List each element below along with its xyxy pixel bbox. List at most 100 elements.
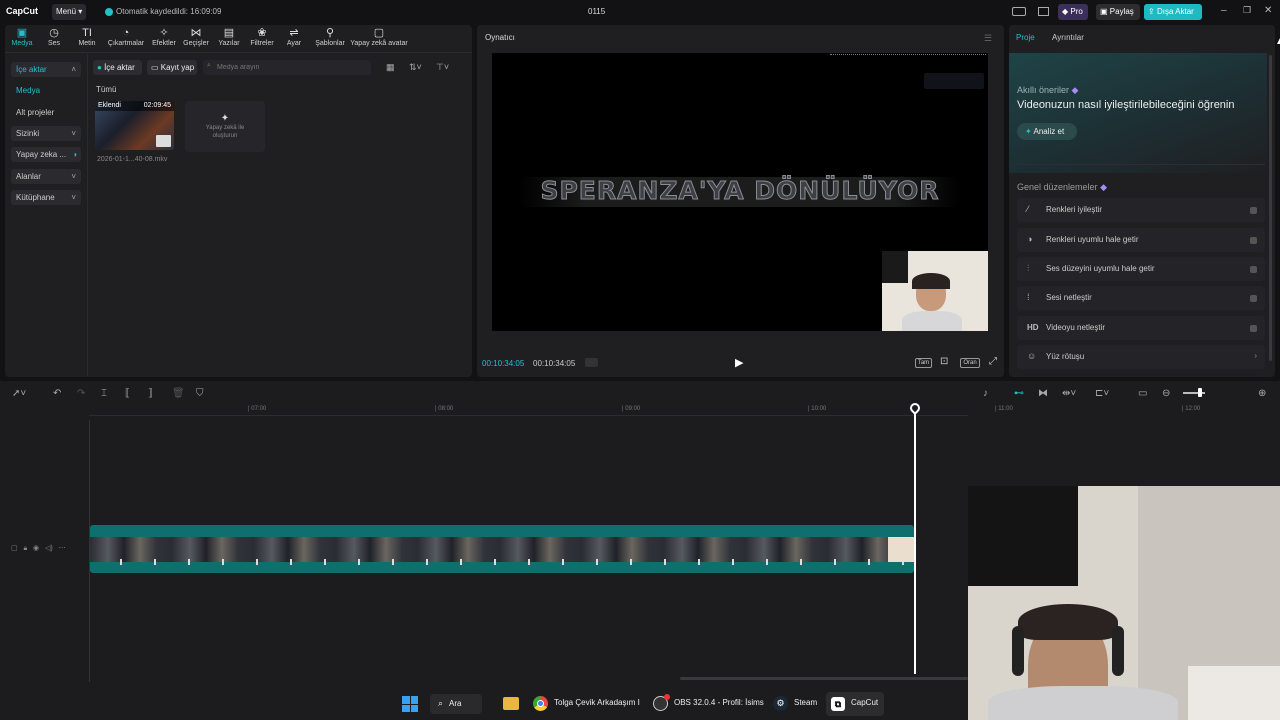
taskbar-chrome[interactable]: Tolga Çevik Arkadaşım I	[554, 698, 640, 707]
redo-icon[interactable]: ↷	[77, 388, 85, 399]
minimize-icon[interactable]: –	[1221, 5, 1227, 16]
sidebar-item-import[interactable]: İçe aktar ˄	[11, 62, 81, 77]
clarify-audio-item[interactable]: ⁞ Sesi netleştir	[1017, 286, 1265, 310]
toggle-icon[interactable]	[1250, 207, 1257, 214]
lock-icon[interactable]: 🔒︎	[23, 545, 27, 552]
fullscreen-icon[interactable]: ⤢	[989, 356, 997, 367]
more-icon[interactable]: ⋯	[59, 545, 66, 552]
chrome-icon[interactable]	[533, 696, 548, 711]
obs-icon[interactable]	[653, 694, 670, 711]
tab-media[interactable]: ▣ Medya	[6, 27, 38, 47]
sidebar-item-yours[interactable]: Sizinki ˅	[11, 126, 81, 141]
speaker-icon[interactable]: ◁)	[45, 545, 53, 552]
player-menu-icon[interactable]: ☰	[984, 33, 992, 44]
trim-left-icon[interactable]: ⟦	[125, 388, 130, 399]
windows-start-icon[interactable]	[402, 696, 418, 712]
tab-adjust[interactable]: ⇌ Ayar	[278, 27, 310, 47]
cover-icon[interactable]: ▢	[11, 545, 18, 552]
preview-axis-icon[interactable]: ⇹˅	[1062, 388, 1076, 399]
sidebar-item-spaces[interactable]: Alanlar ˅	[11, 169, 81, 184]
full-quality-button[interactable]: Tam	[915, 358, 932, 368]
tab-effects[interactable]: ✧ Efektler	[148, 27, 180, 47]
enhance-video-item[interactable]: HD Videoyu netleştir	[1017, 316, 1265, 340]
play-button[interactable]: ▶	[735, 356, 743, 369]
zoom-fit-icon[interactable]: ⊕	[1258, 388, 1266, 399]
split-icon[interactable]: ⌶	[101, 388, 107, 399]
steam-icon[interactable]: ⚙	[773, 696, 788, 711]
taskbar-search[interactable]: ⌕ Ara	[430, 694, 482, 714]
enhance-colors-item[interactable]: ⁄ Renkleri iyileştir	[1017, 198, 1265, 222]
subtitle-icon[interactable]: ▭	[1138, 388, 1147, 399]
item-label: Renkleri uyumlu hale getir	[1046, 235, 1139, 244]
link-icon[interactable]: ⧓	[1038, 388, 1048, 399]
record-button[interactable]: ▭ Kayıt yap	[147, 60, 197, 75]
select-tool-icon[interactable]: ➚˅	[12, 388, 26, 399]
tab-audio[interactable]: ◷ Ses	[38, 27, 70, 47]
tab-filters[interactable]: ❀ Filtreler	[246, 27, 278, 47]
file-explorer-icon[interactable]	[503, 697, 519, 710]
trim-right-icon[interactable]: ⟧	[148, 388, 153, 399]
ratio-button[interactable]: Oran	[960, 358, 980, 368]
sidebar-item-library[interactable]: Kütüphane ˅	[11, 190, 81, 205]
zoom-out-icon[interactable]: ⊖	[1162, 388, 1170, 399]
taskbar-steam[interactable]: Steam	[794, 698, 817, 707]
video-clip[interactable]	[90, 525, 914, 573]
media-clip-thumbnail[interactable]: Eklendi 02:09:45	[95, 101, 174, 150]
close-icon[interactable]: ✕	[1264, 5, 1272, 16]
ruler-time: 12:00	[1185, 406, 1201, 412]
captions-icon: ▤	[223, 27, 235, 39]
video-preview[interactable]: SPERANZA'YA DÖNÜLÜYOR	[492, 53, 988, 331]
restore-icon[interactable]: ❐	[1243, 5, 1251, 16]
webcam-feed	[968, 486, 1280, 720]
export-button[interactable]: ⇪ Dışa Aktar	[1144, 4, 1202, 20]
tab-details[interactable]: Ayrıntılar	[1052, 33, 1084, 42]
search-input[interactable]	[203, 60, 371, 75]
import-button[interactable]: ● İçe aktar	[93, 60, 142, 75]
zoom-handle[interactable]	[1198, 388, 1202, 397]
tab-captions[interactable]: ▤ Yazılar	[213, 27, 245, 47]
share-button[interactable]: ▣ Paylaş	[1096, 4, 1140, 20]
tab-stickers[interactable]: ◔ Çıkartmalar	[106, 27, 146, 47]
snapshot-icon[interactable]: ⊡	[940, 356, 948, 367]
delete-icon[interactable]: 🗑	[172, 388, 185, 399]
scrollbar[interactable]	[1269, 55, 1272, 361]
taskbar-obs[interactable]: OBS 32.0.4 - Profil: İsims	[674, 698, 764, 707]
timeline-scrollbar[interactable]	[680, 677, 968, 680]
normalize-loudness-item[interactable]: ⫶ Ses düzeyini uyumlu hale getir	[1017, 257, 1265, 281]
eye-icon[interactable]: ◉	[33, 545, 39, 552]
timecode-toggle-icon[interactable]	[585, 358, 598, 367]
shortcut-icon[interactable]	[1038, 7, 1049, 16]
layout-icon[interactable]	[1012, 7, 1026, 16]
toggle-icon[interactable]	[1250, 237, 1257, 244]
toggle-icon[interactable]	[1250, 266, 1257, 273]
timeline-ruler[interactable]	[89, 404, 968, 416]
menu-button[interactable]: Menü ▾	[52, 4, 86, 20]
toggle-icon[interactable]	[1250, 295, 1257, 302]
sidebar-item-media[interactable]: Medya	[11, 83, 81, 98]
ai-create-card[interactable]: ✦ Yapay zekâ ile oluşturun	[185, 101, 265, 152]
grid-view-icon[interactable]: ▦	[386, 62, 395, 73]
tab-ai-avatar[interactable]: ▢ Yapay zekâ avatar	[350, 27, 408, 47]
toggle-icon[interactable]	[1250, 325, 1257, 332]
tab-templates[interactable]: ⚲ Şablonlar	[312, 27, 348, 47]
undo-icon[interactable]: ↶	[53, 388, 61, 399]
marker-icon[interactable]: ⛉	[196, 388, 204, 399]
tab-project[interactable]: Proje	[1016, 33, 1035, 42]
tab-text[interactable]: TI Metin	[71, 27, 103, 47]
tab-transitions[interactable]: ⋈ Geçişler	[180, 27, 212, 47]
waveform-icon: ⁞	[1027, 292, 1030, 302]
pro-button[interactable]: ◆ Pro	[1058, 4, 1088, 20]
sidebar-item-ai[interactable]: Yapay zeka ... ◗	[11, 147, 81, 162]
filter-icon[interactable]: ⊤˅	[436, 62, 449, 73]
clip-filename: 2026-01-1...40-08.mkv	[97, 156, 168, 163]
microphone-icon[interactable]: ♪	[983, 388, 988, 399]
ai-create-label: Yapay zekâ ile oluşturun	[205, 125, 245, 139]
match-colors-item[interactable]: ◑ Renkleri uyumlu hale getir	[1017, 228, 1265, 252]
face-retouch-item[interactable]: ☺ Yüz rötuşu ›	[1017, 345, 1265, 369]
sort-icon[interactable]: ⇅˅	[409, 62, 422, 73]
analyze-button[interactable]: ✦ Analiz et	[1017, 123, 1077, 140]
snap-icon[interactable]: ⊏˅	[1095, 388, 1109, 399]
playhead-line[interactable]	[914, 412, 916, 674]
magnet-icon[interactable]: ⊷	[1014, 388, 1024, 399]
sidebar-item-subprojects[interactable]: Alt projeler	[11, 105, 81, 120]
